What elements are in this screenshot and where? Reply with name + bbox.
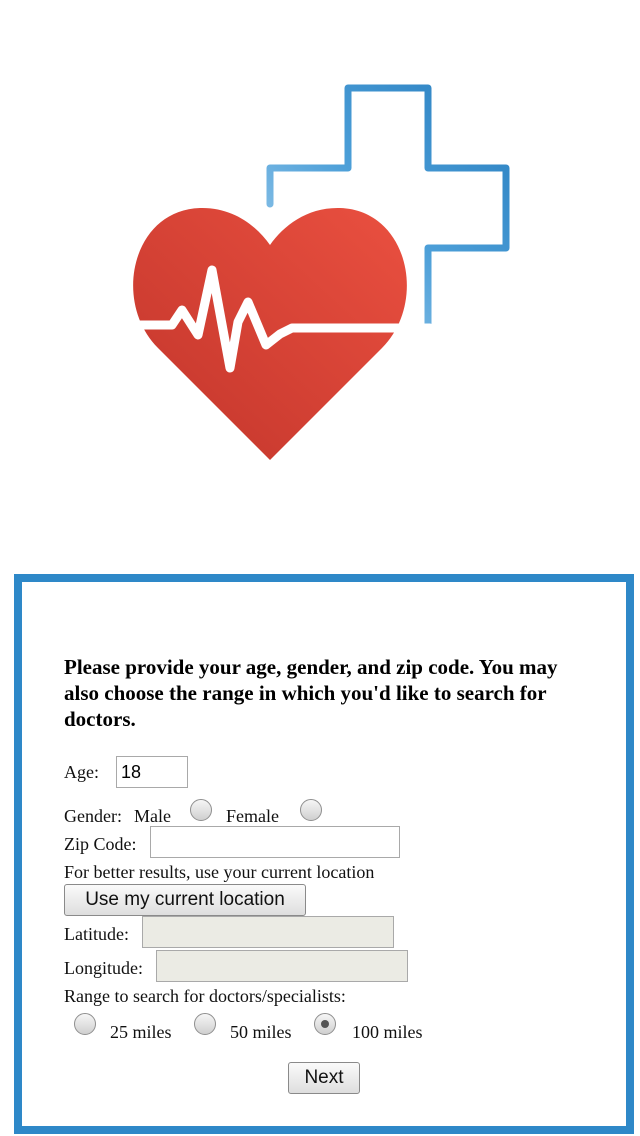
range-100-radio[interactable]: [314, 1013, 336, 1035]
range-100-label: 100 miles: [352, 1022, 423, 1042]
latitude-label: Latitude:: [64, 924, 129, 944]
longitude-input: [156, 950, 408, 982]
range-25-label: 25 miles: [110, 1022, 172, 1042]
zip-code-input[interactable]: [150, 826, 400, 858]
profile-form-card: Please provide your age, gender, and zip…: [14, 574, 634, 1134]
range-label: Range to search for doctors/specialists:: [64, 986, 346, 1006]
gender-male-radio[interactable]: [190, 799, 212, 821]
gender-option-male-label: Male: [134, 806, 171, 826]
zip-code-label: Zip Code:: [64, 834, 137, 854]
gender-label: Gender:: [64, 806, 122, 826]
form-instructions: Please provide your age, gender, and zip…: [64, 655, 558, 731]
latitude-input: [142, 916, 394, 948]
range-50-radio[interactable]: [194, 1013, 216, 1035]
location-hint: For better results, use your current loc…: [64, 862, 375, 882]
longitude-label: Longitude:: [64, 958, 143, 978]
gender-female-radio[interactable]: [300, 799, 322, 821]
next-button[interactable]: Next: [288, 1062, 360, 1094]
range-25-radio[interactable]: [74, 1013, 96, 1035]
gender-option-female-label: Female: [226, 806, 279, 826]
heart-pulse-cross-icon: [133, 84, 510, 460]
range-50-label: 50 miles: [230, 1022, 292, 1042]
age-input[interactable]: [116, 756, 188, 788]
age-label: Age:: [64, 762, 99, 782]
use-current-location-button[interactable]: Use my current location: [64, 884, 306, 916]
